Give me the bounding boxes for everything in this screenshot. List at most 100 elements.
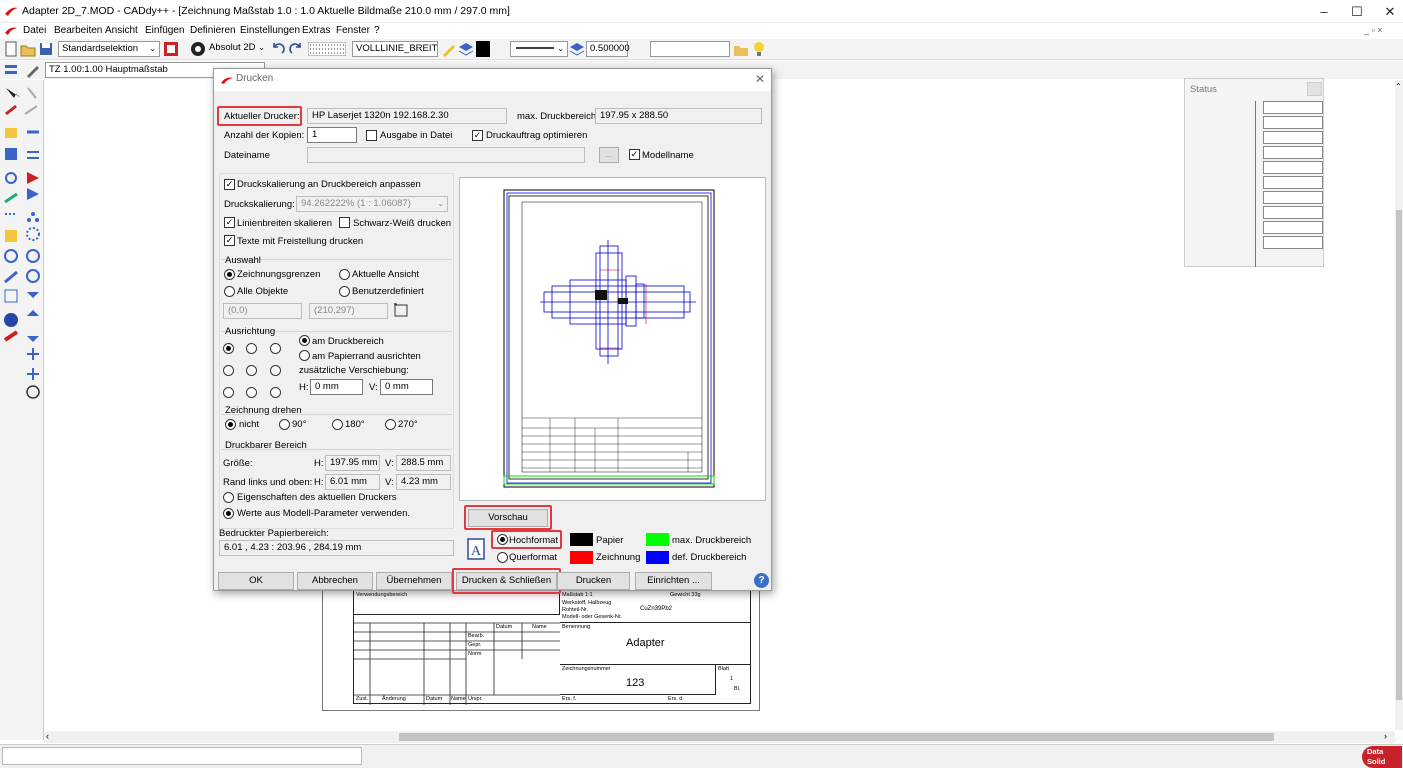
- setup-button[interactable]: Einrichten ...: [635, 572, 712, 590]
- menu-einstellungen[interactable]: Einstellungen: [240, 25, 300, 36]
- scroll-up-icon[interactable]: ⌃: [1395, 82, 1402, 91]
- align-tl[interactable]: [223, 343, 234, 354]
- redo-icon[interactable]: [288, 41, 304, 57]
- horizontal-scroll-thumb[interactable]: [399, 733, 1274, 741]
- optimize-checkbox[interactable]: ✓: [472, 130, 483, 141]
- bw-checkbox[interactable]: [339, 217, 350, 228]
- shift-h-input[interactable]: 0 mm: [310, 379, 363, 395]
- hatch-pattern-icon[interactable]: [308, 42, 346, 56]
- minimize-button[interactable]: –: [1307, 0, 1341, 23]
- to-file-checkbox[interactable]: [366, 130, 377, 141]
- ok-button[interactable]: OK: [218, 572, 294, 590]
- menu-fenster[interactable]: Fenster: [336, 25, 370, 36]
- tool-icons[interactable]: [3, 84, 41, 400]
- zeichnr-cell: Zeichnungsnummer 123: [560, 665, 716, 695]
- scale-linewidths-checkbox[interactable]: ✓: [224, 217, 235, 228]
- new-file-icon[interactable]: [3, 41, 19, 57]
- menu-definieren[interactable]: Definieren: [190, 25, 236, 36]
- radio-all-objects[interactable]: [224, 286, 235, 297]
- open-folder-icon[interactable]: [20, 41, 36, 57]
- margin-label: Rand links und oben:: [223, 477, 313, 488]
- legend-max-label: max. Druckbereich: [672, 535, 752, 546]
- horizontal-scrollbar[interactable]: ‹ ›: [44, 731, 1395, 743]
- align-mc[interactable]: [246, 365, 257, 376]
- print-button[interactable]: Drucken: [557, 572, 630, 590]
- scale-select[interactable]: 94.262222% (1 : 1.06087) ⌄: [296, 196, 448, 212]
- shift-v-input[interactable]: 0 mm: [380, 379, 433, 395]
- pen-yellow-icon[interactable]: [441, 41, 457, 57]
- menu-bearbeiten[interactable]: Bearbeiten: [54, 25, 102, 36]
- radio-portrait[interactable]: [497, 534, 508, 545]
- folder-search-icon[interactable]: [733, 41, 749, 57]
- select-color-icon[interactable]: [163, 41, 179, 57]
- radio-rot-270[interactable]: [385, 419, 396, 430]
- empty-field[interactable]: [650, 41, 730, 57]
- help-icon[interactable]: ?: [754, 573, 769, 588]
- preview-button[interactable]: Vorschau: [468, 509, 548, 527]
- scale-edit-icon[interactable]: [25, 62, 41, 78]
- mdi-controls[interactable]: _ ▫ ×: [1364, 25, 1382, 35]
- copies-input[interactable]: 1: [307, 127, 357, 143]
- align-bl[interactable]: [223, 387, 234, 398]
- filename-input[interactable]: [307, 147, 585, 163]
- align-tr[interactable]: [270, 343, 281, 354]
- radio-model-params[interactable]: [223, 508, 234, 519]
- apply-button[interactable]: Übernehmen: [376, 572, 452, 590]
- coord-mode-icon[interactable]: [190, 41, 206, 57]
- radio-user-defined[interactable]: [339, 286, 350, 297]
- dialog-close-icon[interactable]: ✕: [755, 72, 765, 86]
- pick-area-icon[interactable]: [393, 302, 409, 318]
- scroll-left-icon[interactable]: ‹: [46, 731, 49, 741]
- color-swatch-black[interactable]: [476, 41, 490, 57]
- coord-from-input[interactable]: (0,0): [223, 303, 302, 319]
- align-tc[interactable]: [246, 343, 257, 354]
- printer-field: HP Laserjet 1320n 192.168.2.30: [307, 108, 507, 124]
- radio-print-area[interactable]: [299, 335, 310, 346]
- menu-extras[interactable]: Extras: [302, 25, 330, 36]
- print-close-button[interactable]: Drucken & Schließen: [456, 572, 557, 590]
- line-style-select[interactable]: ⌄: [510, 41, 568, 57]
- linetype-field[interactable]: VOLLLINIE_BREIT: [352, 41, 438, 57]
- lightbulb-icon[interactable]: [751, 41, 767, 57]
- scale-label: Druckskalierung:: [224, 199, 295, 210]
- fit-scale-checkbox[interactable]: ✓: [224, 179, 235, 190]
- margin-v-label: V:: [385, 477, 394, 488]
- selection-mode-select[interactable]: Standardselektion ⌄: [58, 41, 160, 57]
- align-ml[interactable]: [223, 365, 234, 376]
- maxarea-label: max. Druckbereich:: [517, 111, 599, 122]
- layers-icon[interactable]: [3, 62, 19, 78]
- coord-mode-select[interactable]: Absolut 2D ⌄: [206, 41, 268, 57]
- close-button[interactable]: ✕: [1373, 0, 1403, 23]
- menu-einfuegen[interactable]: Einfügen: [145, 25, 184, 36]
- linewidth-field[interactable]: 0.500000: [586, 41, 630, 57]
- radio-rot-none[interactable]: [225, 419, 236, 430]
- align-bc[interactable]: [246, 387, 257, 398]
- coord-to-input[interactable]: (210,297): [309, 303, 388, 319]
- maximize-button[interactable]: ☐: [1340, 0, 1374, 23]
- undo-icon[interactable]: [270, 41, 286, 57]
- radio-printer-props[interactable]: [223, 492, 234, 503]
- vertical-scroll-thumb[interactable]: [1396, 210, 1402, 700]
- linewidth-icon[interactable]: [569, 41, 585, 57]
- status-close-button[interactable]: [1307, 82, 1322, 96]
- menu-datei[interactable]: Datei: [23, 25, 46, 36]
- radio-drawing-limits[interactable]: [224, 269, 235, 280]
- menu-help[interactable]: ?: [374, 25, 380, 36]
- radio-rot-90[interactable]: [279, 419, 290, 430]
- save-icon[interactable]: [38, 41, 54, 57]
- align-br[interactable]: [270, 387, 281, 398]
- radio-current-view[interactable]: [339, 269, 350, 280]
- texts-checkbox[interactable]: ✓: [224, 235, 235, 246]
- cancel-button[interactable]: Abbrechen: [297, 572, 373, 590]
- radio-landscape[interactable]: [497, 552, 508, 563]
- modelname-checkbox[interactable]: ✓: [629, 149, 640, 160]
- scroll-right-icon[interactable]: ›: [1384, 731, 1387, 741]
- radio-rot-180[interactable]: [332, 419, 343, 430]
- radio-paper-edge[interactable]: [299, 350, 310, 361]
- browse-button[interactable]: ...: [599, 147, 619, 163]
- vertical-scrollbar[interactable]: ⌃: [1395, 80, 1403, 730]
- align-mr[interactable]: [270, 365, 281, 376]
- status-bar: Data Solid: [0, 744, 1403, 768]
- layer-icon[interactable]: [458, 41, 474, 57]
- menu-ansicht[interactable]: Ansicht: [105, 25, 138, 36]
